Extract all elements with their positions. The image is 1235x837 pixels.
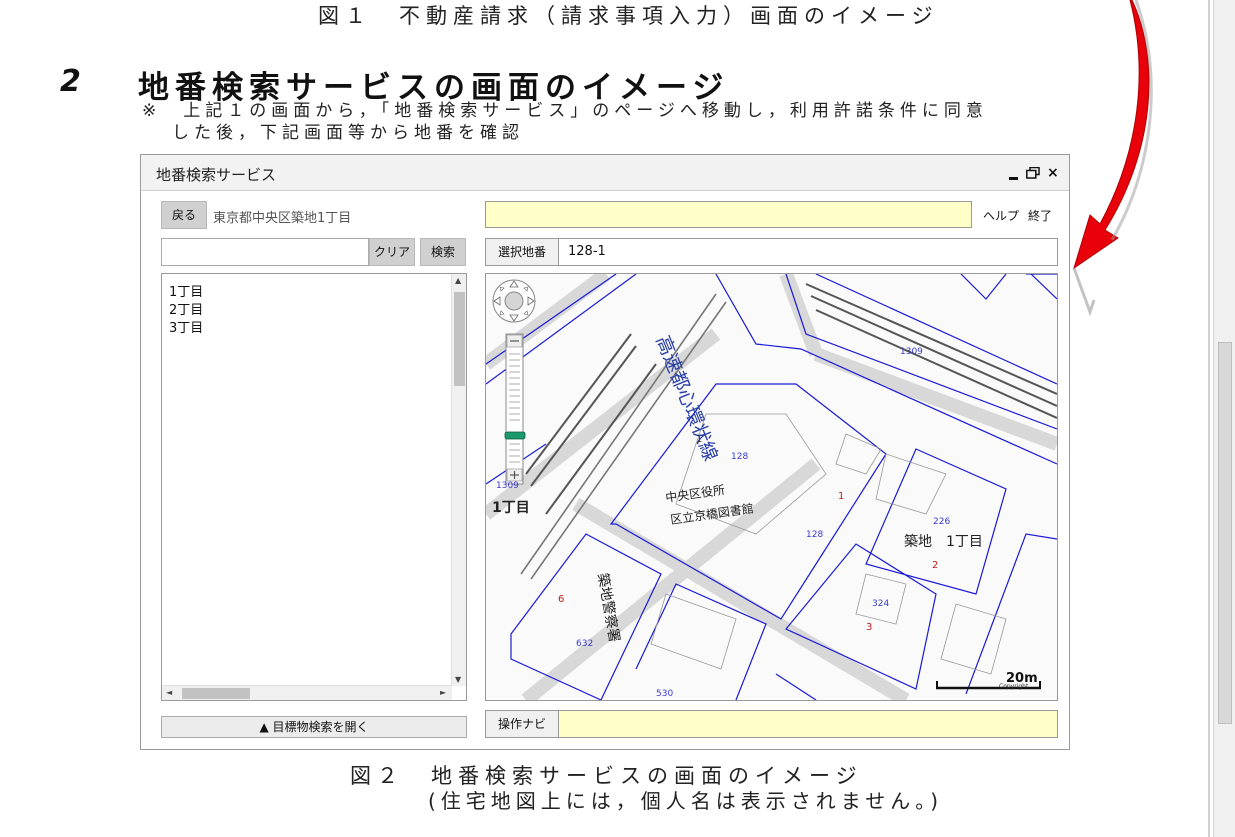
page-divider (1208, 0, 1210, 837)
area-list-items: 1丁目 2丁目 3丁目 (169, 284, 203, 338)
lot-number: 2 (932, 560, 938, 571)
open-landmark-search-button[interactable]: ▲ 目標物検索を開く (161, 716, 467, 738)
figure2-subcaption: (住宅地図上には，個人名は表示されません。) (428, 789, 944, 813)
page-vertical-scrollbar[interactable] (1213, 0, 1235, 837)
search-input[interactable] (161, 238, 369, 266)
lot-number: 1309 (900, 347, 923, 357)
page-scroll-thumb[interactable] (1218, 342, 1232, 724)
scroll-thumb[interactable] (454, 292, 465, 386)
chiban-search-window: 地番検索サービス × 戻る 東京都中央区築地1丁目 クリア 検索 1丁目 2丁目… (140, 154, 1070, 750)
scroll-left-icon[interactable]: ◄ (166, 688, 172, 697)
operation-navi-label: 操作ナビ (486, 711, 559, 737)
copyright-label: Copyright (999, 683, 1029, 690)
lot-number: 1309 (496, 481, 519, 491)
window-title: 地番検索サービス (156, 166, 277, 184)
lot-number: 6 (558, 594, 564, 605)
info-field (485, 201, 972, 228)
minimize-icon[interactable] (1009, 177, 1018, 180)
zoom-handle[interactable] (504, 431, 526, 440)
back-button[interactable]: 戻る (161, 201, 207, 229)
list-item[interactable]: 1丁目 (169, 284, 203, 302)
lot-number: 1 (838, 491, 844, 502)
lot-number: 128 (731, 452, 748, 462)
lot-number: 3 (866, 622, 872, 633)
window-titlebar: 地番検索サービス × (141, 155, 1069, 191)
lot-number: 1 (696, 434, 702, 445)
lot-number: 324 (872, 599, 889, 609)
note-line-1: ※ 上記１の画面から，「地番検索サービス」のページへ移動し，利用許諾条件に同意 (142, 101, 988, 121)
list-horizontal-scrollbar[interactable]: ◄ ► (162, 685, 452, 700)
search-button[interactable]: 検索 (420, 238, 466, 266)
document-page: 図１ 不動産請求（請求事項入力）画面のイメージ 2 地番検索サービスの画面のイメ… (0, 0, 1235, 837)
selected-lot-row: 選択地番 128-1 (485, 238, 1058, 266)
map-canvas[interactable]: 高速都心環状線 1丁目 中央区役所 区立京橋図書館 築地 1丁目 築地警察署 1… (486, 274, 1057, 700)
selected-lot-value: 128-1 (568, 244, 606, 259)
lot-number: 632 (576, 639, 593, 649)
note-line-2: した後，下記画面等から地番を確認 (172, 123, 524, 143)
map-label-tsukiji: 築地 1丁目 (904, 534, 983, 550)
scroll-down-icon[interactable]: ▼ (455, 675, 461, 684)
lot-number: 530 (656, 689, 673, 699)
list-vertical-scrollbar[interactable]: ▲ ▼ (451, 274, 466, 686)
map-label-1chome: 1丁目 (492, 500, 530, 516)
scroll-right-icon[interactable]: ► (440, 688, 446, 697)
operation-navi-row: 操作ナビ (485, 710, 1058, 738)
end-link[interactable]: 終了 (1028, 207, 1052, 224)
figure1-caption: 図１ 不動産請求（請求事項入力）画面のイメージ (318, 4, 939, 28)
close-icon[interactable]: × (1047, 166, 1059, 180)
help-link[interactable]: ヘルプ (983, 207, 1019, 224)
scroll-thumb[interactable] (182, 688, 250, 699)
current-address: 東京都中央区築地1丁目 (213, 211, 352, 226)
area-list: 1丁目 2丁目 3丁目 ▲ ▼ ◄ ► (161, 273, 467, 701)
clear-button[interactable]: クリア (369, 238, 415, 266)
map-compass-icon[interactable] (492, 279, 536, 323)
red-arrow-icon (1072, 0, 1153, 317)
maximize-icon[interactable] (1026, 167, 1040, 179)
lot-number: 226 (933, 517, 950, 527)
scroll-up-icon[interactable]: ▲ (455, 276, 461, 285)
section-number: 2 (60, 64, 81, 99)
section-note: ※ 上記１の画面から，「地番検索サービス」のページへ移動し，利用許諾条件に同意 … (142, 100, 1072, 144)
zoom-slider[interactable] (504, 333, 526, 485)
map-view[interactable]: 高速都心環状線 1丁目 中央区役所 区立京橋図書館 築地 1丁目 築地警察署 1… (485, 273, 1058, 701)
lot-number: 128 (806, 530, 823, 540)
list-item[interactable]: 3丁目 (169, 320, 203, 338)
selected-lot-label: 選択地番 (486, 239, 559, 265)
list-item[interactable]: 2丁目 (169, 302, 203, 320)
